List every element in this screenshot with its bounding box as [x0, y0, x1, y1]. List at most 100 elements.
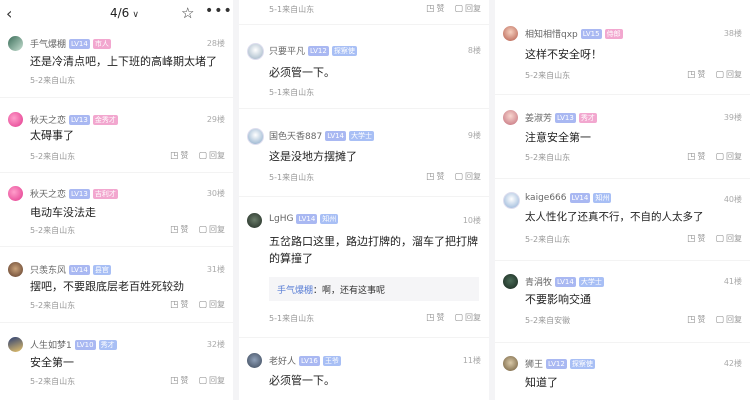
chevron-down-icon: ∨: [132, 10, 139, 20]
comment-meta: 5-2来自山东: [30, 377, 76, 386]
avatar[interactable]: [247, 128, 264, 145]
title-badge: 县官: [92, 264, 111, 275]
username[interactable]: 姜淑芳: [525, 111, 552, 124]
like-button[interactable]: ◳ 赞: [687, 151, 706, 162]
reply-button[interactable]: ▢ 回复: [715, 69, 742, 80]
avatar[interactable]: [503, 110, 518, 125]
like-button[interactable]: ◳ 赞: [170, 299, 189, 310]
reply-button[interactable]: ▢ 回复: [715, 233, 742, 244]
username[interactable]: 人生如梦1: [30, 338, 72, 351]
like-button[interactable]: ◳ 赞: [687, 69, 706, 80]
user-line: 相知相惜qxp LV15 侍郎: [525, 27, 623, 40]
comment-meta: 5-1来自山东: [269, 88, 315, 97]
username[interactable]: LgHG: [269, 214, 293, 224]
reply-button[interactable]: ▢ 回复: [198, 150, 225, 161]
avatar[interactable]: [8, 262, 23, 277]
comment-item: 手气爆棚 LV14 市人 28楼 还是冷清点吧，上下班的高峰期太堵了 5-2来自…: [0, 30, 233, 98]
user-line: 秋天之恋 LV13 金秀才: [30, 113, 118, 126]
username[interactable]: kaige666: [525, 193, 567, 203]
avatar[interactable]: [503, 274, 518, 289]
reply-icon: ▢: [198, 375, 207, 386]
reply-label: 回复: [465, 4, 481, 13]
reply-icon: ▢: [198, 150, 207, 161]
reply-label: 回复: [209, 151, 225, 160]
like-label: 赞: [436, 313, 445, 322]
username[interactable]: 国色天香887: [269, 129, 322, 142]
reply-username[interactable]: 手气爆棚: [277, 286, 313, 296]
like-button[interactable]: ◳ 赞: [687, 233, 706, 244]
reply-label: 回复: [209, 300, 225, 309]
username[interactable]: 相知相惜qxp: [525, 27, 578, 40]
user-line: 国色天香887 LV14 大学士: [269, 129, 375, 142]
user-line: LgHG LV14 知州: [269, 214, 339, 224]
title-badge: 探察使: [569, 358, 595, 369]
like-label: 赞: [436, 4, 445, 13]
comment-actions: ◳ 赞 ▢ 回复: [426, 312, 481, 323]
reply-button[interactable]: ▢ 回复: [454, 312, 481, 323]
reply-button[interactable]: ▢ 回复: [454, 3, 481, 14]
reply-label: 回复: [465, 172, 481, 181]
comment-actions: ◳ 赞 ▢ 回复: [687, 314, 742, 325]
like-button[interactable]: ◳ 赞: [426, 312, 445, 323]
comment-meta: 5-2来自山东: [525, 71, 571, 80]
reply-icon: ▢: [454, 312, 463, 323]
comment-text: 必须管一下。: [269, 374, 335, 387]
like-label: 赞: [180, 151, 189, 160]
username[interactable]: 青涓牧: [525, 275, 552, 288]
comment-actions: ◳ 赞 ▢ 回复: [687, 233, 742, 244]
floor-number: 32楼: [206, 340, 225, 349]
avatar[interactable]: [8, 337, 23, 352]
like-button[interactable]: ◳ 赞: [170, 375, 189, 386]
avatar[interactable]: [503, 192, 520, 209]
username[interactable]: 只要平凡: [269, 44, 305, 57]
username[interactable]: 秋天之恋: [30, 113, 66, 126]
star-outline-icon[interactable]: ☆: [181, 4, 194, 22]
comment-text: 知道了: [525, 376, 558, 389]
avatar[interactable]: [503, 26, 518, 41]
floor-number: 41楼: [723, 277, 742, 286]
like-button[interactable]: ◳ 赞: [170, 150, 189, 161]
avatar[interactable]: [247, 43, 264, 60]
reply-button[interactable]: ▢ 回复: [715, 314, 742, 325]
like-button[interactable]: ◳ 赞: [687, 314, 706, 325]
more-dots-icon[interactable]: •••: [205, 3, 233, 19]
like-label: 赞: [697, 70, 706, 79]
user-line: 人生如梦1 LV10 秀才: [30, 338, 117, 351]
reply-button[interactable]: ▢ 回复: [198, 224, 225, 235]
thumbs-up-icon: ◳: [425, 3, 435, 14]
reply-button[interactable]: ▢ 回复: [198, 375, 225, 386]
username[interactable]: 老好人: [269, 354, 296, 367]
divider: [239, 337, 489, 338]
comments-column-1: ‹ 4/6 ∨ ☆ ••• 手气爆棚 LV14 市人 28楼 还是冷清点吧，上下班…: [0, 0, 233, 400]
username[interactable]: 狮王: [525, 357, 543, 370]
like-button[interactable]: ◳ 赞: [426, 171, 445, 182]
divider: [239, 196, 489, 197]
like-button[interactable]: ◳ 赞: [170, 224, 189, 235]
avatar[interactable]: [8, 112, 23, 127]
chevron-left-icon[interactable]: ‹: [6, 4, 12, 23]
avatar[interactable]: [503, 356, 518, 371]
avatar[interactable]: [8, 36, 23, 51]
title-badge: 秀才: [578, 112, 597, 123]
username[interactable]: 秋天之恋: [30, 187, 66, 200]
level-badge: LV15: [580, 28, 602, 39]
username[interactable]: 手气爆棚: [30, 37, 66, 50]
reply-button[interactable]: ▢ 回复: [715, 151, 742, 162]
like-button[interactable]: ◳ 赞: [426, 3, 445, 14]
comment-meta: 5-2来自山东: [30, 301, 76, 310]
avatar[interactable]: [247, 213, 262, 228]
username[interactable]: 只羡东风: [30, 263, 66, 276]
reply-preview[interactable]: 手气爆棚：啊，还有这事呢: [269, 277, 479, 301]
divider: [495, 178, 750, 179]
floor-number: 9楼: [467, 131, 481, 140]
reply-icon: ▢: [715, 233, 724, 244]
page-indicator[interactable]: 4/6 ∨: [110, 6, 139, 20]
comment-meta: 5-1来自山东: [269, 5, 315, 14]
avatar[interactable]: [247, 353, 262, 368]
level-badge: LV12: [546, 358, 567, 369]
title-badge: 知州: [593, 193, 612, 203]
reply-label: 回复: [465, 313, 481, 322]
reply-button[interactable]: ▢ 回复: [198, 299, 225, 310]
reply-button[interactable]: ▢ 回复: [454, 171, 481, 182]
avatar[interactable]: [8, 186, 23, 201]
